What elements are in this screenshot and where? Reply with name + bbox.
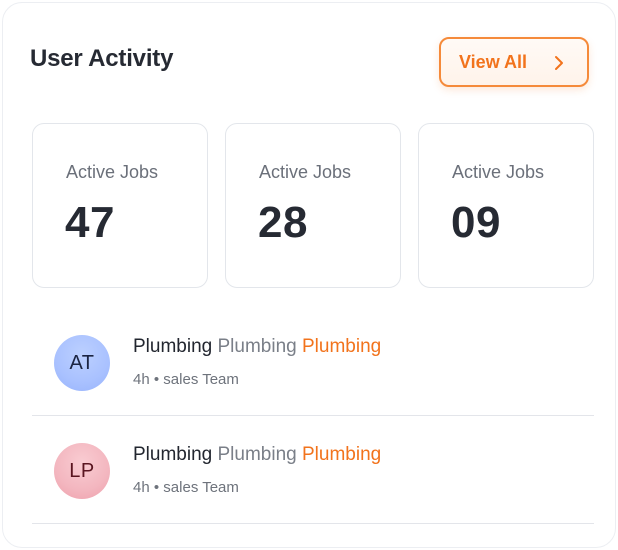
user-activity-card: User Activity View All Active Jobs 47 Ac… [2, 2, 616, 548]
avatar-initials: LP [69, 459, 95, 482]
meta-separator: • [153, 371, 160, 388]
stat-card: Active Jobs 47 [32, 123, 208, 288]
stat-value: 47 [65, 198, 115, 247]
card-header: User Activity View All [30, 37, 589, 89]
stat-label: Active Jobs [259, 162, 352, 182]
stat-card: Active Jobs 09 [418, 123, 594, 288]
stat-card: Active Jobs 28 [225, 123, 401, 288]
stat-value: 09 [451, 198, 501, 247]
activity-time: 4h [133, 371, 150, 388]
activity-word-primary: Plumbing [133, 336, 213, 357]
activity-item[interactable]: AT Plumbing Plumbing Plumbing 4h • sales… [32, 308, 594, 416]
meta-separator: • [153, 479, 160, 496]
card-title: User Activity [30, 45, 174, 72]
activity-item[interactable]: LP Plumbing Plumbing Plumbing 4h • sales… [32, 416, 594, 524]
avatar: AT [54, 335, 110, 391]
activity-meta: 4h • sales Team [133, 371, 239, 388]
stat-value: 28 [258, 198, 308, 247]
activity-list: AT Plumbing Plumbing Plumbing 4h • sales… [32, 308, 594, 524]
activity-meta: 4h • sales Team [133, 479, 239, 496]
stat-label: Active Jobs [452, 162, 545, 182]
activity-time: 4h [133, 479, 150, 496]
activity-word-highlight: Plumbing [302, 444, 382, 465]
stats-row: Active Jobs 47 Active Jobs 28 Active Job… [32, 123, 594, 288]
avatar-initials: AT [69, 351, 95, 374]
activity-team: sales Team [163, 371, 239, 388]
activity-word-secondary: Plumbing [217, 444, 297, 465]
stat-label: Active Jobs [66, 162, 159, 182]
activity-word-primary: Plumbing [133, 444, 213, 465]
activity-word-secondary: Plumbing [217, 336, 297, 357]
activity-word-highlight: Plumbing [302, 336, 382, 357]
chevron-right-icon [555, 56, 563, 70]
activity-title: Plumbing Plumbing Plumbing [133, 444, 381, 466]
view-all-button[interactable]: View All [439, 37, 589, 87]
activity-team: sales Team [163, 479, 239, 496]
view-all-label: View All [459, 51, 528, 72]
activity-title: Plumbing Plumbing Plumbing [133, 336, 381, 358]
avatar: LP [54, 443, 110, 499]
